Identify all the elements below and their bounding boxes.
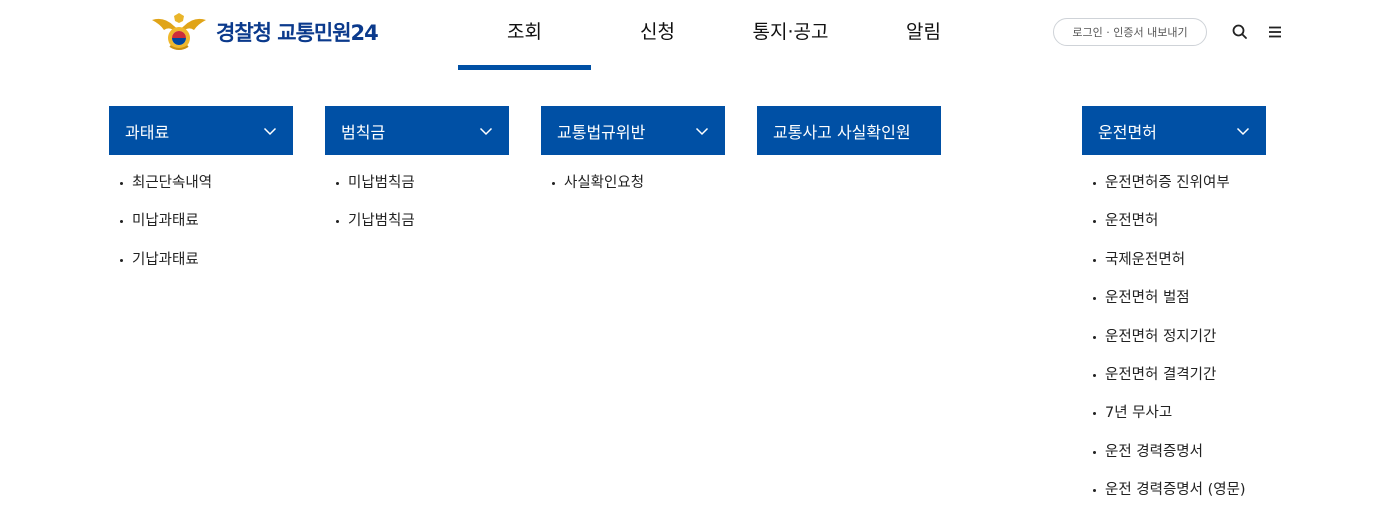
menu-column-license: 운전면허 운전면허증 진위여부 운전면허 국제운전면허 운전면허 벌점 운전면허… <box>1082 106 1266 517</box>
menu-header-penalties[interactable]: 범칙금 <box>325 106 509 155</box>
submenu-item[interactable]: 국제운전면허 <box>1082 249 1266 287</box>
menu-header-label: 운전면허 <box>1098 122 1157 142</box>
nav-item-notice[interactable]: 통지·공고 <box>724 0 857 70</box>
menu-column-penalties: 범칙금 미납범칙금 기납범칙금 <box>325 106 509 249</box>
menu-header-accident-certificate[interactable]: 교통사고 사실확인원 <box>757 106 941 155</box>
submenu-item[interactable]: 기납과태료 <box>109 249 293 287</box>
logo-text: 경찰청 교통민원24 <box>216 21 379 45</box>
submenu-item[interactable]: 최근단속내역 <box>109 172 293 210</box>
search-icon <box>1232 24 1247 39</box>
submenu-item[interactable]: 운전면허 결격기간 <box>1082 364 1266 402</box>
submenu-item[interactable]: 운전 경력증명서 (영문) <box>1082 479 1266 517</box>
site-logo[interactable]: 경찰청 교통민원24 <box>150 12 379 52</box>
submenu-item[interactable]: 운전면허 <box>1082 210 1266 248</box>
nav-item-apply[interactable]: 신청 <box>591 0 724 70</box>
submenu-item[interactable]: 사실확인요청 <box>541 172 725 210</box>
site-header: 경찰청 교통민원24 조회 신청 통지·공고 알림 로그인 · 인증서 내보내기 <box>0 0 1375 70</box>
chevron-down-icon <box>695 127 709 135</box>
menu-header-label: 교통법규위반 <box>557 122 646 142</box>
submenu-list: 사실확인요청 <box>541 155 725 210</box>
submenu-item[interactable]: 운전면허 정지기간 <box>1082 326 1266 364</box>
login-button[interactable]: 로그인 · 인증서 내보내기 <box>1053 18 1207 46</box>
submenu-item[interactable]: 미납과태료 <box>109 210 293 248</box>
nav-item-alerts[interactable]: 알림 <box>857 0 990 70</box>
menu-header-license[interactable]: 운전면허 <box>1082 106 1266 155</box>
submenu-item[interactable]: 운전 경력증명서 <box>1082 441 1266 479</box>
menu-header-label: 과태료 <box>125 122 170 142</box>
menu-icon <box>1269 26 1281 38</box>
chevron-down-icon <box>479 127 493 135</box>
submenu-item[interactable]: 운전면허증 진위여부 <box>1082 172 1266 210</box>
submenu-list: 운전면허증 진위여부 운전면허 국제운전면허 운전면허 벌점 운전면허 정지기간… <box>1082 155 1266 517</box>
submenu-list: 미납범칙금 기납범칙금 <box>325 155 509 249</box>
menu-column-accident-certificate: 교통사고 사실확인원 <box>757 106 941 155</box>
submenu-list: 최근단속내역 미납과태료 기납과태료 <box>109 155 293 287</box>
submenu-item[interactable]: 7년 무사고 <box>1082 402 1266 440</box>
submenu-item[interactable]: 운전면허 벌점 <box>1082 287 1266 325</box>
submenu-item[interactable]: 미납범칙금 <box>325 172 509 210</box>
menu-header-fines[interactable]: 과태료 <box>109 106 293 155</box>
chevron-down-icon <box>263 127 277 135</box>
chevron-down-icon <box>1236 127 1250 135</box>
search-button[interactable] <box>1230 22 1250 42</box>
menu-header-label: 교통사고 사실확인원 <box>773 122 911 142</box>
police-emblem-icon <box>152 13 206 50</box>
submenu-item[interactable]: 기납범칙금 <box>325 210 509 248</box>
menu-header-violations[interactable]: 교통법규위반 <box>541 106 725 155</box>
menu-header-label: 범칙금 <box>341 122 386 142</box>
menu-column-fines: 과태료 최근단속내역 미납과태료 기납과태료 <box>109 106 293 287</box>
menu-column-violations: 교통법규위반 사실확인요청 <box>541 106 725 210</box>
menu-button[interactable] <box>1265 22 1285 42</box>
nav-item-inquiry[interactable]: 조회 <box>458 0 591 70</box>
